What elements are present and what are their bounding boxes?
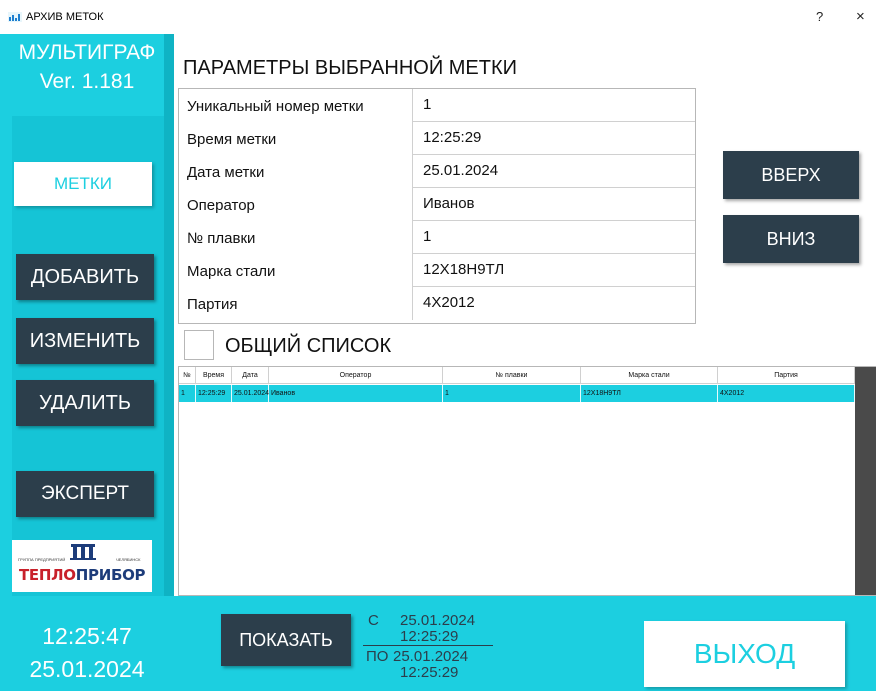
title-bar: АРХИВ МЕТОК ? ×	[0, 0, 876, 34]
window-title: АРХИВ МЕТОК	[26, 11, 104, 23]
logo-word-pribor: ПРИБОР	[75, 566, 146, 584]
param-label: Дата метки	[187, 164, 265, 181]
teplopribor-logo: ГРУППА ПРЕДПРИЯТИЙ ЧЕЛЯБИНСК ТЕПЛОПРИБОР	[12, 540, 152, 592]
col-header[interactable]: № плавки	[443, 367, 581, 384]
param-value-cell	[412, 221, 695, 254]
param-value: Иванов	[423, 195, 475, 212]
add-button[interactable]: ДОБАВИТЬ	[16, 254, 154, 300]
delete-button[interactable]: УДАЛИТЬ	[16, 380, 154, 426]
exit-button[interactable]: ВЫХОД	[644, 621, 845, 687]
cell-operator: Иванов	[269, 385, 443, 402]
param-label: Партия	[187, 296, 238, 313]
param-value: 12Х18Н9ТЛ	[423, 261, 505, 278]
logo-group-text: ГРУППА ПРЕДПРИЯТИЙ	[18, 557, 66, 562]
marks-button[interactable]: МЕТКИ	[14, 162, 152, 206]
param-label: № плавки	[187, 230, 256, 247]
col-header[interactable]: Марка стали	[581, 367, 718, 384]
param-row: Уникальный номер метки 1	[179, 89, 695, 122]
expert-button[interactable]: ЭКСПЕРТ	[16, 471, 154, 517]
col-header[interactable]: Дата	[232, 367, 269, 384]
edit-button[interactable]: ИЗМЕНИТЬ	[16, 318, 154, 364]
cell-number: 1	[179, 385, 196, 402]
logo-wordmark: ТЕПЛОПРИБОР	[19, 566, 146, 584]
from-date: 25.01.2024	[400, 612, 476, 629]
params-table: Уникальный номер метки 1 Время метки 12:…	[178, 88, 696, 324]
up-button[interactable]: ВВЕРХ	[723, 151, 859, 199]
common-list-checkbox[interactable]	[184, 330, 214, 360]
to-label: ПО	[366, 648, 389, 665]
col-header[interactable]: Оператор	[269, 367, 443, 384]
logo-word-teplo: ТЕПЛО	[19, 566, 76, 584]
param-value-cell	[412, 89, 695, 122]
param-row: Марка стали 12Х18Н9ТЛ	[179, 254, 695, 287]
down-button[interactable]: ВНИЗ	[723, 215, 859, 263]
app-name: МУЛЬТИГРАФ	[18, 41, 156, 64]
range-divider	[363, 645, 493, 646]
param-row: Время метки 12:25:29	[179, 122, 695, 155]
app-version: Ver. 1.181	[39, 70, 135, 93]
from-time: 12:25:29	[400, 628, 459, 645]
cell-batch: 4Х2012	[718, 385, 855, 402]
cell-time: 12:25:29	[196, 385, 232, 402]
clock-date: 25.01.2024	[29, 656, 145, 682]
help-button[interactable]: ?	[816, 9, 823, 24]
sidebar-divider	[164, 34, 174, 596]
close-button[interactable]: ×	[856, 8, 865, 25]
params-title: ПАРАМЕТРЫ ВЫБРАННОЙ МЕТКИ	[183, 57, 518, 79]
col-header[interactable]: №	[179, 367, 196, 384]
grid-scrollbar[interactable]	[855, 367, 876, 595]
clock-time: 12:25:47	[42, 623, 132, 649]
to-time: 12:25:29	[400, 664, 459, 681]
marks-grid[interactable]: № Время Дата Оператор № плавки Марка ста…	[178, 366, 876, 596]
param-value: 25.01.2024	[423, 162, 499, 179]
table-row[interactable]: 1 12:25:29 25.01.2024 Иванов 1 12Х18Н9ТЛ…	[179, 385, 855, 402]
show-button[interactable]: ПОКАЗАТЬ	[221, 614, 351, 666]
param-label: Марка стали	[187, 263, 276, 280]
param-row: Оператор Иванов	[179, 188, 695, 221]
param-value: 4Х2012	[423, 294, 475, 311]
current-clock: 12:25:47 25.01.2024	[0, 620, 174, 686]
param-label: Оператор	[187, 197, 255, 214]
param-label: Уникальный номер метки	[187, 98, 364, 115]
cell-steel-grade: 12Х18Н9ТЛ	[581, 385, 718, 402]
app-brand: МУЛЬТИГРАФ Ver. 1.181	[0, 38, 174, 96]
cell-date: 25.01.2024	[232, 385, 269, 402]
param-row: № плавки 1	[179, 221, 695, 254]
archive-app-icon	[8, 12, 22, 22]
col-header[interactable]: Партия	[718, 367, 855, 384]
param-row: Дата метки 25.01.2024	[179, 155, 695, 188]
param-label: Время метки	[187, 131, 277, 148]
common-list-label: ОБЩИЙ СПИСОК	[225, 335, 392, 357]
to-date: 25.01.2024	[393, 648, 469, 665]
from-label: С	[368, 612, 379, 629]
param-value: 12:25:29	[423, 129, 482, 146]
param-row: Партия 4Х2012	[179, 287, 695, 320]
param-value: 1	[423, 96, 432, 113]
cell-heat: 1	[443, 385, 581, 402]
logo-city-text: ЧЕЛЯБИНСК	[116, 557, 141, 562]
col-header[interactable]: Время	[196, 367, 232, 384]
logo-emblem-icon	[70, 544, 96, 560]
param-value: 1	[423, 228, 432, 245]
